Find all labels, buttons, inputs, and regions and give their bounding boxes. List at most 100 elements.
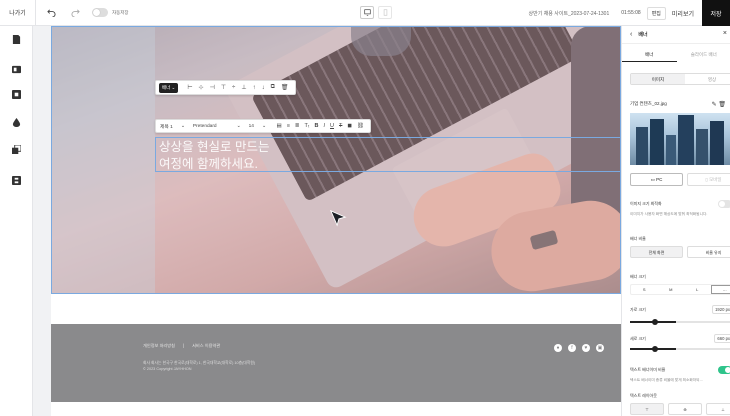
left-toolbar [0, 26, 33, 416]
social-icons: ● f ♥ ▣ [554, 344, 604, 352]
size-m-button[interactable]: M [658, 285, 685, 294]
delete-icon[interactable]: 🗑 [281, 84, 289, 91]
tab-video[interactable]: 영상 [685, 74, 730, 84]
close-icon[interactable]: × [723, 30, 727, 37]
layout-bottom-button[interactable]: ⊥ [706, 403, 730, 415]
mobile-image-tab[interactable]: ▯ 모바일 [687, 173, 730, 186]
text-size-icon[interactable]: Tₜ [305, 123, 310, 129]
font-size-select[interactable]: 14 [249, 124, 254, 129]
mobile-view-button[interactable] [378, 6, 392, 19]
width-slider-handle[interactable] [652, 319, 658, 325]
terms-link[interactable]: 서비스 이용약관 [192, 343, 220, 349]
tab-slide-banner[interactable]: 슬라이드 배너 [677, 48, 730, 62]
color-icon[interactable]: ◼ [347, 123, 352, 129]
redo-icon[interactable] [66, 4, 84, 22]
footer-company-info: 회사 회사는 한국구 한국로(대학로) 1, 한국대학교(대학로) 10층(대학… [143, 360, 255, 372]
page-icon[interactable] [12, 35, 21, 44]
theme-icon[interactable] [12, 118, 21, 127]
mouse-cursor-icon [329, 209, 347, 227]
ratio-fullscreen-button[interactable]: 전체 화면 [630, 246, 683, 258]
top-toolbar: 나가기 자동저장 상반기 채용 사이트_2023-07-24-1301 01:5… [0, 0, 730, 26]
device-image-tabs: ▭ PC ▯ 모바일 [630, 173, 730, 186]
bold-icon[interactable]: B [315, 123, 319, 129]
image-fit-toggle[interactable] [718, 200, 730, 208]
align-right-icon[interactable]: ≣ [295, 123, 300, 129]
align-top-icon[interactable]: ⊤ [221, 84, 226, 91]
align-center-icon[interactable]: ⊹ [199, 84, 204, 91]
element-type-dropdown[interactable]: 배너 ⌄ [159, 82, 179, 93]
monitor-icon [363, 9, 371, 16]
ratio-options: 전체 화면 비율 유지 [630, 246, 730, 258]
block-icon[interactable] [12, 90, 21, 99]
size-more-button[interactable]: ··· [710, 285, 730, 294]
blog-icon[interactable]: ● [554, 344, 562, 352]
banner-section[interactable]: 상상을 현실로 만드는 여정에 함께하세요. 배너 ⌄ ⊢ ⊹ ⊣ ⊤ ÷ ⊥ … [51, 26, 621, 294]
link-icon[interactable]: ⛓ [357, 123, 364, 129]
size-l-button[interactable]: L [684, 285, 711, 294]
footer-links: 개인정보 처리방침 | 서비스 이용약관 [143, 343, 220, 349]
mobile-image-label: 모바일 [709, 177, 722, 182]
underline-icon[interactable]: U [330, 123, 334, 129]
width-value-field[interactable]: 1920 px [712, 305, 730, 314]
layout-top-button[interactable]: ⊤ [630, 403, 664, 415]
tab-banner[interactable]: 배너 [622, 48, 677, 62]
banner-headline[interactable]: 상상을 현실로 만드는 여정에 함께하세요. [159, 139, 269, 173]
template-icon[interactable] [12, 176, 21, 185]
session-time: 01:55:08 [621, 10, 641, 16]
align-right-icon[interactable]: ⊣ [210, 84, 215, 91]
align-middle-icon[interactable]: ÷ [232, 85, 235, 91]
image-file-row: 기업 컨텐츠_02.jpg ✎ 🗑 [630, 98, 730, 110]
device-switch [360, 6, 392, 19]
strikethrough-icon[interactable]: T [339, 123, 342, 129]
text-style-select[interactable]: 제목 1 [160, 123, 173, 130]
height-slider-handle[interactable] [652, 346, 658, 352]
height-value-field[interactable]: 660 px [714, 334, 730, 343]
mobile-icon [383, 9, 387, 16]
autosave-toggle[interactable] [92, 8, 108, 17]
image-thumbnail[interactable] [630, 113, 730, 165]
text-ratio-toggle[interactable] [718, 366, 730, 374]
heart-icon[interactable]: ♥ [582, 344, 590, 352]
size-s-button[interactable]: S [631, 285, 658, 294]
align-left-icon[interactable]: ⊢ [187, 84, 192, 91]
footer-copyright: © 2023 Copyright JAYHHON [143, 367, 192, 371]
edit-button[interactable]: 편집 [646, 6, 666, 20]
ratio-keep-button[interactable]: 비율 유지 [687, 246, 730, 258]
exit-button[interactable]: 나가기 [0, 0, 36, 26]
site-name[interactable]: 상반기 채용 사이트_2023-07-24-1301 [529, 10, 610, 17]
edit-icon[interactable]: ✎ [712, 102, 717, 108]
italic-icon[interactable]: I [324, 123, 326, 129]
topbar-right: 상반기 채용 사이트_2023-07-24-1301 01:55:08 편집 미… [529, 0, 730, 26]
image-fit-desc: 이미지가 사용자 화면 해상도에 맞춰 최적화됩니다. [630, 212, 708, 216]
edit-delete-icons: ✎ 🗑 [712, 101, 726, 108]
copy-icon[interactable]: ⧉ [271, 84, 275, 91]
pc-image-tab[interactable]: ▭ PC [630, 173, 683, 186]
text-ratio-label: 텍스트 배너이미 비율 [630, 367, 666, 372]
privacy-policy-link[interactable]: 개인정보 처리방침 [143, 343, 175, 349]
site-footer[interactable]: 개인정보 처리방침 | 서비스 이용약관 회사 회사는 한국구 한국로(대학로)… [51, 324, 621, 402]
align-left-icon[interactable]: ▤ [277, 123, 282, 129]
height-label: 세로 크기 [630, 336, 646, 341]
back-icon[interactable]: ‹ [630, 31, 632, 38]
font-family-select[interactable]: Pretendard [193, 124, 217, 129]
banner-headline-line1: 상상을 현실로 만드는 [159, 140, 270, 154]
layout-middle-button[interactable]: ⊕ [668, 403, 702, 415]
text-toolbar: 제목 1 ⌄ Pretendard ⌄ 14 ⌄ ▤ ≡ ≣ Tₜ B I U … [155, 119, 372, 133]
move-up-icon[interactable]: ↑ [253, 85, 256, 91]
save-button[interactable]: 저장 [702, 0, 730, 26]
preview-button[interactable]: 미리보기 [672, 9, 694, 18]
instagram-icon[interactable]: ▣ [596, 344, 604, 352]
facebook-icon[interactable]: f [568, 344, 576, 352]
tab-image[interactable]: 이미지 [631, 74, 685, 84]
desktop-view-button[interactable] [360, 6, 374, 19]
width-label: 가로 크기 [630, 307, 646, 312]
section-icon[interactable] [12, 65, 21, 74]
move-down-icon[interactable]: ↓ [262, 85, 265, 91]
undo-icon[interactable] [42, 4, 60, 22]
media-type-toggle: 이미지 영상 [630, 73, 730, 85]
trash-icon[interactable]: 🗑 [718, 102, 726, 108]
layer-icon[interactable] [12, 145, 21, 154]
text-layout-label: 텍스트 레이아웃 [630, 393, 657, 398]
align-center-icon[interactable]: ≡ [287, 123, 290, 129]
align-bottom-icon[interactable]: ⊥ [241, 84, 246, 91]
